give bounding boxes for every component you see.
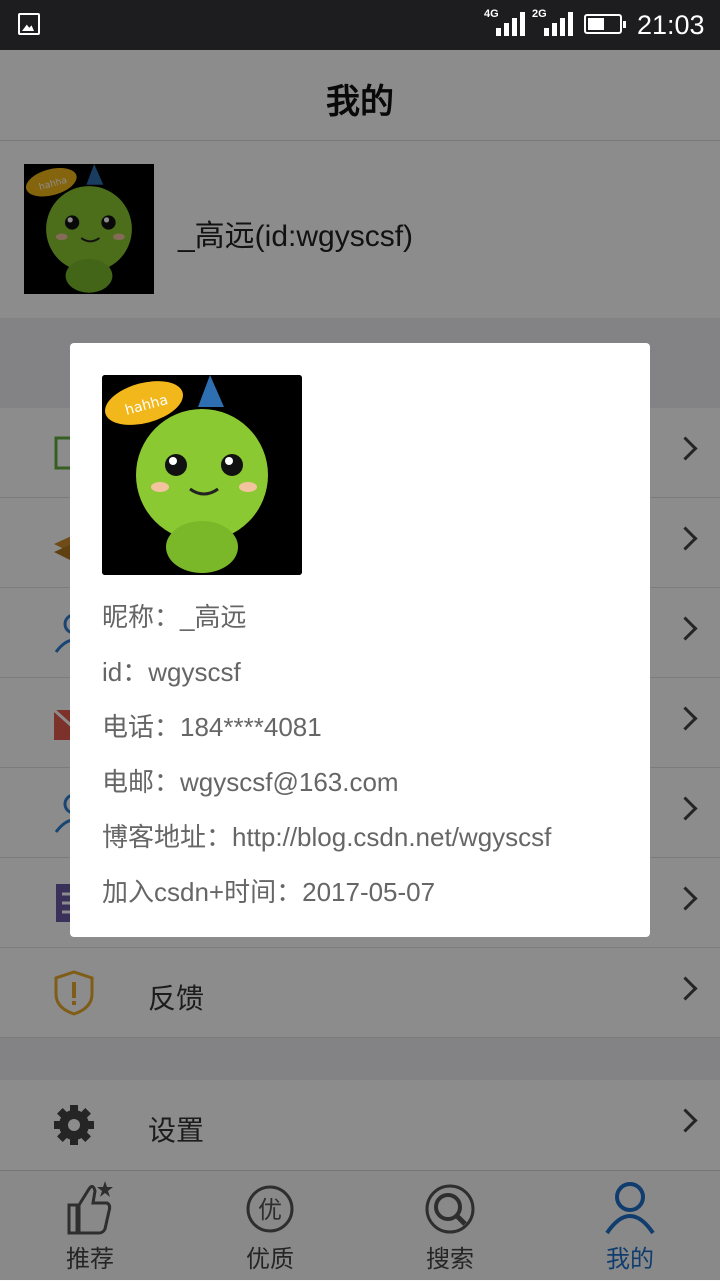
info-join-date: 加入csdn+时间：2017-05-07	[102, 877, 436, 907]
status-bar: 4G 2G 21:03	[0, 0, 720, 50]
info-phone: 电话：184****4081	[102, 712, 322, 742]
battery-icon	[584, 14, 626, 34]
info-email: 电邮：wgyscsf@163.com	[102, 767, 399, 797]
info-blog-url[interactable]: 博客地址：http://blog.csdn.net/wgyscsf	[102, 817, 551, 854]
image-notification-icon	[18, 13, 40, 35]
clock: 21:03	[637, 10, 705, 40]
user-info-dialog: hahha 昵称：_高远 id：wgyscsf 电话：184****4081 电…	[70, 343, 650, 937]
info-nickname: 昵称：_高远	[102, 602, 247, 632]
dialog-avatar: hahha	[102, 375, 302, 575]
info-id: id：wgyscsf	[102, 657, 241, 687]
